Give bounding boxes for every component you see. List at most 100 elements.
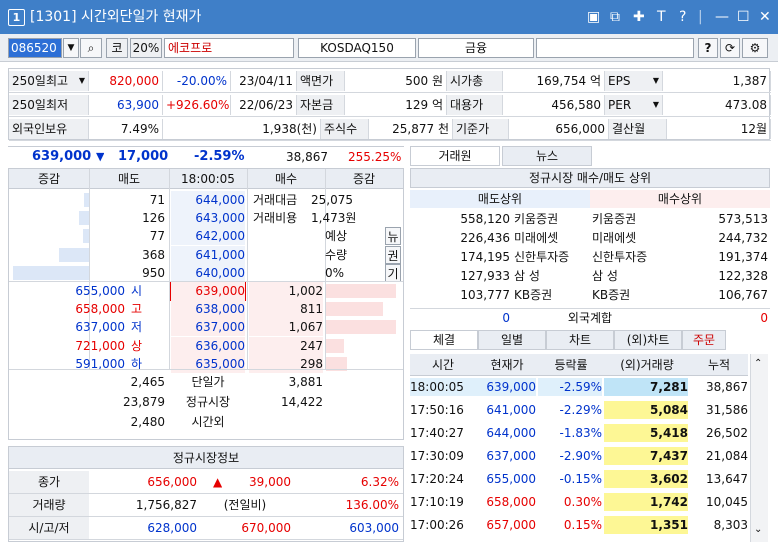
info-cell: 대용가 (447, 95, 503, 115)
sell-qty: 226,436 (460, 231, 510, 245)
bid-qty: 1,002 (249, 282, 323, 300)
dropdown-arrow-icon[interactable]: ▼ (653, 71, 659, 91)
info-cell: 7.49% (89, 119, 163, 139)
sell-broker[interactable]: 삼 성 (514, 267, 590, 285)
settings-icon[interactable]: ⚙ (742, 38, 768, 58)
ask-qty: 368 (142, 247, 165, 262)
info-cell: 주식수 (321, 119, 369, 139)
bid-price[interactable]: 636,000 (171, 336, 245, 355)
minimize-icon[interactable]: — (715, 8, 729, 26)
stock-name-field[interactable]: 에코프로 (164, 38, 294, 58)
trades-scrollbar[interactable] (750, 354, 768, 542)
stat-price: 637,000 (75, 320, 125, 335)
trades-panel: 체결 일별 차트 (외)차트 주문 시간 현재가 등락률 (외)거래량 누적 ⌃ ⌄ 18:00:05 6… (410, 330, 770, 542)
bid-price[interactable]: 635,000 (171, 354, 245, 373)
info-cell: 129 억 (345, 95, 447, 115)
summary-label: 시간외 (191, 415, 225, 429)
stat-label: 고 (131, 302, 143, 317)
info-cell: 23/04/11 (231, 71, 297, 91)
buy-broker[interactable]: 삼 성 (592, 267, 672, 285)
toolbar: 086520 ▼ ⌕ 코 20% 에코프로 KOSDAQ150 금융 ? ⟳ ⚙ (0, 34, 778, 62)
pin-icon[interactable]: ✚ (633, 8, 645, 26)
dropdown-arrow-icon[interactable]: ▼ (79, 71, 85, 91)
side-button[interactable]: 기 (385, 263, 401, 282)
title-bar: 1 [1301] 시간외단일가 현재가 ▣ ⧉ ✚ T ? | — ☐ ✕ (0, 0, 778, 34)
bid-price[interactable]: 638,000 (171, 300, 245, 319)
side-info-label: 거래대금 (253, 193, 298, 207)
trades-tab[interactable]: 일별 (478, 330, 546, 350)
row-divider (9, 539, 403, 540)
info-cell: 시가총 (447, 71, 503, 91)
orderbook-header-cell: 18:00:05 (181, 172, 235, 186)
info-cell: 기준가 (453, 119, 509, 139)
maximize-icon[interactable]: ☐ (737, 8, 750, 26)
popout-icon[interactable]: ⧉ (610, 8, 620, 26)
trade-rate: -2.59% (538, 378, 602, 396)
bid-price[interactable]: 639,000 (170, 281, 246, 301)
close-icon[interactable]: ✕ (759, 8, 771, 26)
trade-volume: 5,418 (604, 424, 688, 442)
trades-tab[interactable]: (외)차트 (614, 330, 682, 350)
broker-tab[interactable]: 거래원 (410, 146, 500, 166)
text-icon[interactable]: T (657, 8, 666, 26)
trades-tab[interactable]: 주문 (682, 330, 726, 350)
summary-ask: 2,465 (130, 375, 165, 389)
sell-qty: 174,195 (460, 250, 510, 264)
ask-price[interactable]: 641,000 (171, 245, 245, 264)
broker-panel: 거래원 뉴스 정규시장 매수/매도 상위 매도상위 매수상위 558,120 키움증권 키움증… (410, 146, 770, 326)
ask-price[interactable]: 642,000 (171, 227, 245, 246)
buy-broker[interactable]: 미래에셋 (592, 229, 672, 247)
refresh-icon[interactable]: ⟳ (720, 38, 740, 58)
sell-broker[interactable]: 키움증권 (514, 210, 590, 228)
info-cell[interactable]: EPS ▼ (605, 71, 663, 91)
info-cell[interactable]: 250일최고 ▼ (9, 71, 89, 91)
side-button[interactable]: 권 (385, 245, 401, 264)
regular-value2: 670,000 (241, 521, 291, 535)
buy-broker[interactable]: 키움증권 (592, 210, 672, 228)
sell-broker[interactable]: KB증권 (514, 286, 590, 304)
buy-broker[interactable]: KB증권 (592, 286, 672, 304)
dock-icon[interactable]: ▣ (587, 8, 600, 26)
sell-qty: 103,777 (460, 288, 510, 302)
stock-code-input[interactable]: 086520 (8, 38, 62, 58)
trade-volume: 7,281 (604, 378, 688, 396)
bid-volume-bar (326, 320, 396, 335)
ask-price[interactable]: 644,000 (171, 191, 245, 209)
info-cell[interactable]: PER ▼ (605, 95, 663, 115)
trade-cumulative: 8,303 (713, 518, 748, 532)
side-info-value: 1,473원 (311, 211, 357, 226)
search-icon[interactable]: ⌕ (80, 38, 102, 58)
sell-broker[interactable]: 신한투자증 (514, 248, 590, 266)
code-dropdown-button[interactable]: ▼ (63, 38, 79, 58)
scroll-down-icon[interactable]: ⌄ (754, 524, 762, 535)
trade-rate: -1.83% (559, 426, 602, 440)
buy-broker[interactable]: 신한투자증 (592, 248, 672, 266)
sell-broker[interactable]: 미래에셋 (514, 229, 590, 247)
buy-qty: 106,767 (718, 288, 768, 302)
ask-price[interactable]: 643,000 (171, 209, 245, 228)
trade-volume: 1,742 (604, 493, 688, 511)
broker-tab[interactable]: 뉴스 (502, 146, 592, 166)
info-cell: 25,877 천 (369, 119, 453, 139)
sector-field: 금융 (418, 38, 534, 58)
row-divider (9, 140, 771, 141)
trade-time: 17:40:27 (410, 426, 464, 440)
sell-header: 매도상위 (410, 190, 590, 208)
orderbook-header-cell: 증감 (352, 172, 376, 186)
ask-price[interactable]: 640,000 (171, 263, 245, 282)
scroll-up-icon[interactable]: ⌃ (754, 358, 762, 369)
trade-cumulative: 31,586 (706, 403, 748, 417)
trades-tab[interactable]: 체결 (410, 330, 478, 350)
dropdown-arrow-icon[interactable]: ▼ (653, 95, 659, 115)
side-button[interactable]: 뉴 (385, 227, 401, 246)
trade-price: 637,000 (486, 449, 536, 463)
bid-qty: 1,067 (249, 318, 323, 337)
side-info-label: 거래비용 (253, 211, 298, 226)
help-icon[interactable]: ? (679, 8, 686, 26)
regular-value3: 6.32% (360, 475, 399, 489)
bid-volume-bar (326, 302, 383, 317)
trade-price: 658,000 (486, 495, 536, 509)
help-button[interactable]: ? (698, 38, 718, 58)
bid-price[interactable]: 637,000 (171, 318, 245, 337)
trades-tab[interactable]: 차트 (546, 330, 614, 350)
